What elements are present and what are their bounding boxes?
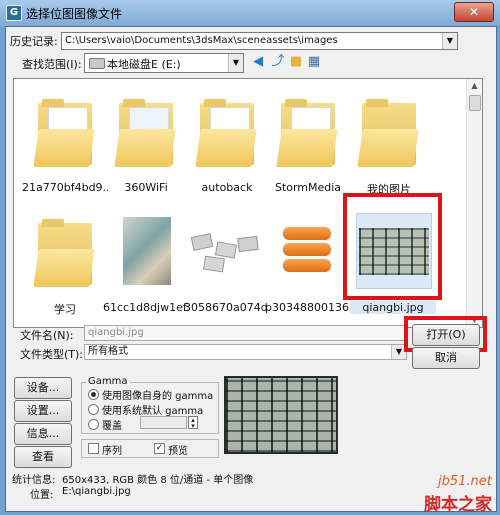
watermark-site: jb51.net — [438, 474, 492, 489]
look-in-value: 本地磁盘E (E:) — [107, 58, 181, 71]
gamma-group-title: Gamma — [86, 376, 130, 387]
dialog-body: 历史记录: C:\Users\vaio\Documents\3dsMax\sce… — [5, 26, 497, 512]
folder-icon — [28, 213, 102, 287]
history-combo[interactable]: C:\Users\vaio\Documents\3dsMax\sceneasse… — [61, 32, 458, 50]
stats-label: 统计信息: — [12, 475, 56, 486]
gamma-system-radio[interactable] — [88, 404, 99, 415]
dialog-window: G 选择位图图像文件 ✕ 历史记录: C:\Users\vaio\Documen… — [0, 0, 500, 515]
gamma-own-radio[interactable] — [88, 389, 99, 400]
chevron-down-icon[interactable]: ▼ — [442, 33, 457, 49]
preview-checkbox[interactable]: ✓ — [154, 443, 165, 454]
filetype-label: 文件类型(T): — [20, 348, 84, 361]
watermark-name: 脚本之家 — [424, 495, 492, 515]
folder-icon — [271, 93, 345, 167]
close-button[interactable]: ✕ — [454, 2, 494, 22]
scroll-up-icon[interactable]: ▲ — [467, 79, 482, 93]
drive-icon — [89, 58, 105, 69]
gamma-spinner-icon[interactable]: ▴ ▾ — [188, 416, 198, 430]
window-title: 选择位图图像文件 — [26, 7, 123, 21]
folder-icon — [190, 93, 264, 167]
list-item[interactable]: 61cc1d8djw1ef... — [103, 207, 189, 317]
options-group: 序列 ✓ 预览 — [81, 439, 219, 458]
file-name: StormMedia — [274, 181, 342, 194]
list-item[interactable]: autoback — [184, 87, 270, 197]
back-icon[interactable]: ◀ — [250, 54, 266, 70]
list-item[interactable]: 我的图片 — [346, 87, 432, 197]
look-in-combo[interactable]: 本地磁盘E (E:) ▼ — [84, 53, 244, 73]
folder-icon — [352, 93, 426, 167]
new-folder-icon[interactable]: ■ — [288, 54, 304, 70]
history-value: C:\Users\vaio\Documents\3dsMax\sceneasse… — [65, 35, 338, 46]
filetype-combo[interactable]: 所有格式 ▼ — [84, 344, 407, 360]
filename-field[interactable]: qiangbi.jpg — [84, 325, 407, 341]
file-name: autoback — [201, 181, 253, 194]
title-bar[interactable]: G 选择位图图像文件 ✕ — [0, 0, 500, 26]
file-name: 学习 — [54, 303, 76, 316]
stats-value: 650x433, RGB 颜色 8 位/通道 - 单个图像 — [62, 475, 254, 486]
image-preview — [224, 376, 338, 454]
view-button[interactable]: 查看 — [14, 446, 72, 468]
selection-highlight-box — [343, 193, 442, 300]
chevron-down-icon[interactable]: ▼ — [228, 54, 243, 72]
gamma-group: Gamma 使用图像自身的 gamma 使用系统默认 gamma 覆盖 ▴ ▾ — [81, 376, 219, 434]
view-menu-icon[interactable]: ▦ — [306, 54, 322, 70]
setup-button[interactable]: 设备... — [14, 377, 72, 399]
file-name: p30348800136... — [265, 301, 351, 314]
folder-icon — [109, 93, 183, 167]
settings-button[interactable]: 设置... — [14, 400, 72, 422]
list-item[interactable]: StormMedia — [265, 87, 351, 197]
gamma-override-radio[interactable] — [88, 419, 99, 430]
list-item[interactable]: 学习 — [22, 207, 108, 317]
file-name: 61cc1d8djw1ef... — [103, 301, 189, 314]
sequence-label: 序列 — [102, 446, 122, 457]
preview-label: 预览 — [168, 446, 188, 457]
location-value: E:\qiangbi.jpg — [62, 486, 131, 497]
info-button[interactable]: 信息... — [14, 423, 72, 445]
vertical-scrollbar[interactable]: ▲ ▼ — [466, 79, 482, 327]
sequence-checkbox[interactable] — [88, 443, 99, 454]
list-item[interactable]: p30348800136... — [265, 207, 351, 317]
list-item[interactable]: 360WiFi — [103, 87, 189, 197]
gamma-own-label: 使用图像自身的 gamma — [102, 391, 214, 402]
image-thumbnail — [109, 213, 183, 287]
list-item[interactable]: 21a770bf4bd9... — [22, 87, 108, 197]
gamma-override-label: 覆盖 — [102, 421, 122, 432]
look-in-label: 查找范围(I): — [22, 58, 82, 71]
gamma-override-input[interactable] — [140, 416, 187, 429]
up-folder-icon[interactable]: ⤴ — [270, 54, 286, 70]
history-label: 历史记录: — [10, 35, 58, 48]
list-item[interactable]: 3058670a074d... — [184, 207, 270, 317]
location-label: 位置: — [30, 490, 54, 501]
scroll-thumb[interactable] — [469, 95, 481, 111]
folder-icon — [28, 93, 102, 167]
filename-label: 文件名(N): — [20, 329, 74, 342]
filetype-value: 所有格式 — [88, 346, 128, 357]
image-thumbnail — [271, 213, 345, 287]
app-icon: G — [6, 5, 22, 21]
cancel-button[interactable]: 取消 — [412, 347, 480, 369]
gamma-system-label: 使用系统默认 gamma — [102, 406, 204, 417]
file-name: qiangbi.jpg — [350, 301, 436, 314]
file-name: 3058670a074d... — [184, 301, 270, 314]
image-thumbnail — [190, 213, 264, 287]
file-name: 360WiFi — [124, 181, 168, 194]
file-name: 21a770bf4bd9... — [22, 181, 108, 194]
